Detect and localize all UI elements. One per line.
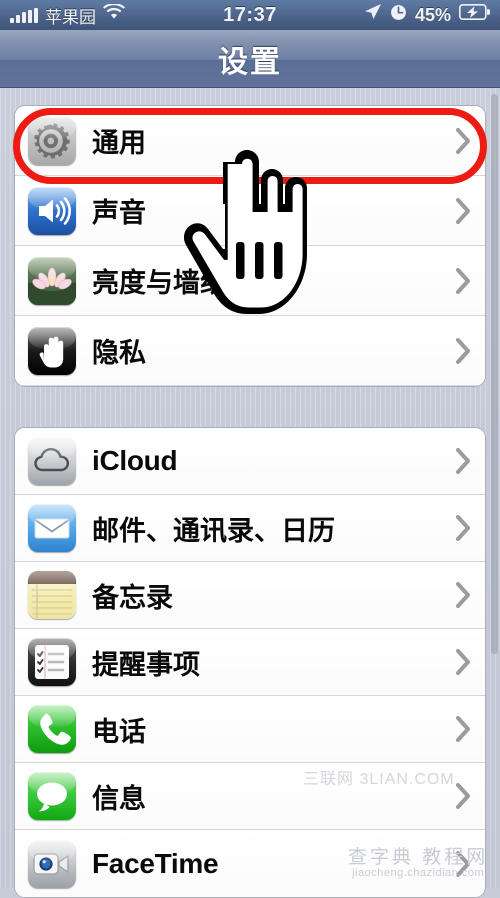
chevron-right-icon bbox=[455, 783, 471, 809]
carrier-label: 苹果园 bbox=[45, 7, 96, 27]
row-privacy[interactable]: 隐私 bbox=[15, 316, 485, 386]
chevron-right-icon bbox=[455, 337, 471, 364]
battery-charging-icon bbox=[459, 4, 492, 26]
signal-bars-icon bbox=[10, 7, 38, 23]
video-camera-icon bbox=[28, 839, 76, 888]
row-sounds[interactable]: 声音 bbox=[15, 176, 485, 246]
gear-icon bbox=[28, 116, 76, 165]
row-label: 电话 bbox=[92, 716, 146, 747]
row-messages[interactable]: 信息 bbox=[15, 763, 485, 830]
scrollbar-thumb[interactable] bbox=[491, 94, 498, 654]
hand-icon bbox=[28, 326, 76, 375]
chevron-right-icon bbox=[455, 197, 471, 224]
chevron-right-icon bbox=[455, 515, 471, 541]
row-icloud[interactable]: iCloud bbox=[15, 428, 485, 495]
chevron-right-icon bbox=[455, 850, 471, 877]
chevron-right-icon bbox=[455, 448, 471, 474]
row-mail[interactable]: 邮件、通讯录、日历 bbox=[15, 495, 485, 562]
chevron-right-icon bbox=[455, 582, 471, 608]
status-bar: 苹果园 17:37 45% bbox=[0, 0, 500, 30]
chevron-right-icon bbox=[455, 649, 471, 675]
row-label: 提醒事项 bbox=[92, 649, 200, 680]
envelope-icon bbox=[28, 504, 76, 552]
cloud-icon bbox=[28, 437, 76, 485]
row-notes[interactable]: 备忘录 bbox=[15, 562, 485, 629]
row-general[interactable]: 通用 bbox=[15, 106, 485, 176]
alarm-clock-icon bbox=[390, 4, 407, 27]
row-label: 备忘录 bbox=[92, 582, 173, 613]
chevron-right-icon bbox=[455, 716, 471, 742]
location-arrow-icon bbox=[364, 3, 382, 27]
wifi-icon bbox=[103, 2, 125, 26]
settings-group-system: 通用 声音 亮度与墙纸 隐私 bbox=[13, 105, 487, 387]
speaker-icon bbox=[28, 186, 76, 235]
row-label: 信息 bbox=[92, 783, 146, 814]
navigation-bar: 设置 bbox=[0, 30, 500, 88]
speech-bubble-icon bbox=[28, 772, 76, 820]
status-bar-right: 45% bbox=[364, 3, 492, 27]
row-brightness[interactable]: 亮度与墙纸 bbox=[15, 246, 485, 316]
settings-group-apps: iCloud 邮件、通讯录、日历 备忘录 提醒事项 电话 信息 FaceTime bbox=[14, 427, 486, 898]
row-label: iCloud bbox=[92, 445, 178, 476]
page-title: 设置 bbox=[218, 45, 282, 79]
row-label: 亮度与墙纸 bbox=[92, 268, 227, 298]
battery-percent-label: 45% bbox=[414, 4, 451, 25]
row-label: 通用 bbox=[92, 128, 146, 158]
row-label: 隐私 bbox=[92, 338, 146, 368]
checklist-icon bbox=[28, 638, 76, 686]
row-phone[interactable]: 电话 bbox=[15, 696, 485, 763]
lotus-flower-icon bbox=[28, 256, 76, 305]
row-reminders[interactable]: 提醒事项 bbox=[15, 629, 485, 696]
phone-handset-icon bbox=[28, 705, 76, 753]
row-label: FaceTime bbox=[92, 847, 219, 879]
row-label: 声音 bbox=[92, 198, 146, 228]
notepad-icon bbox=[28, 571, 76, 619]
row-facetime[interactable]: FaceTime bbox=[15, 830, 485, 897]
settings-list[interactable]: 通用 声音 亮度与墙纸 隐私 iCloud 邮件、通讯录、日历 备忘录 提醒事项… bbox=[0, 88, 500, 898]
row-label: 邮件、通讯录、日历 bbox=[92, 515, 335, 546]
status-bar-left: 苹果园 bbox=[10, 2, 125, 28]
chevron-right-icon bbox=[455, 267, 471, 294]
chevron-right-icon bbox=[455, 127, 471, 154]
phone-screen: 苹果园 17:37 45% 设置 通用 声音 亮度与墙纸 隐私 iCloud 邮… bbox=[0, 0, 500, 898]
